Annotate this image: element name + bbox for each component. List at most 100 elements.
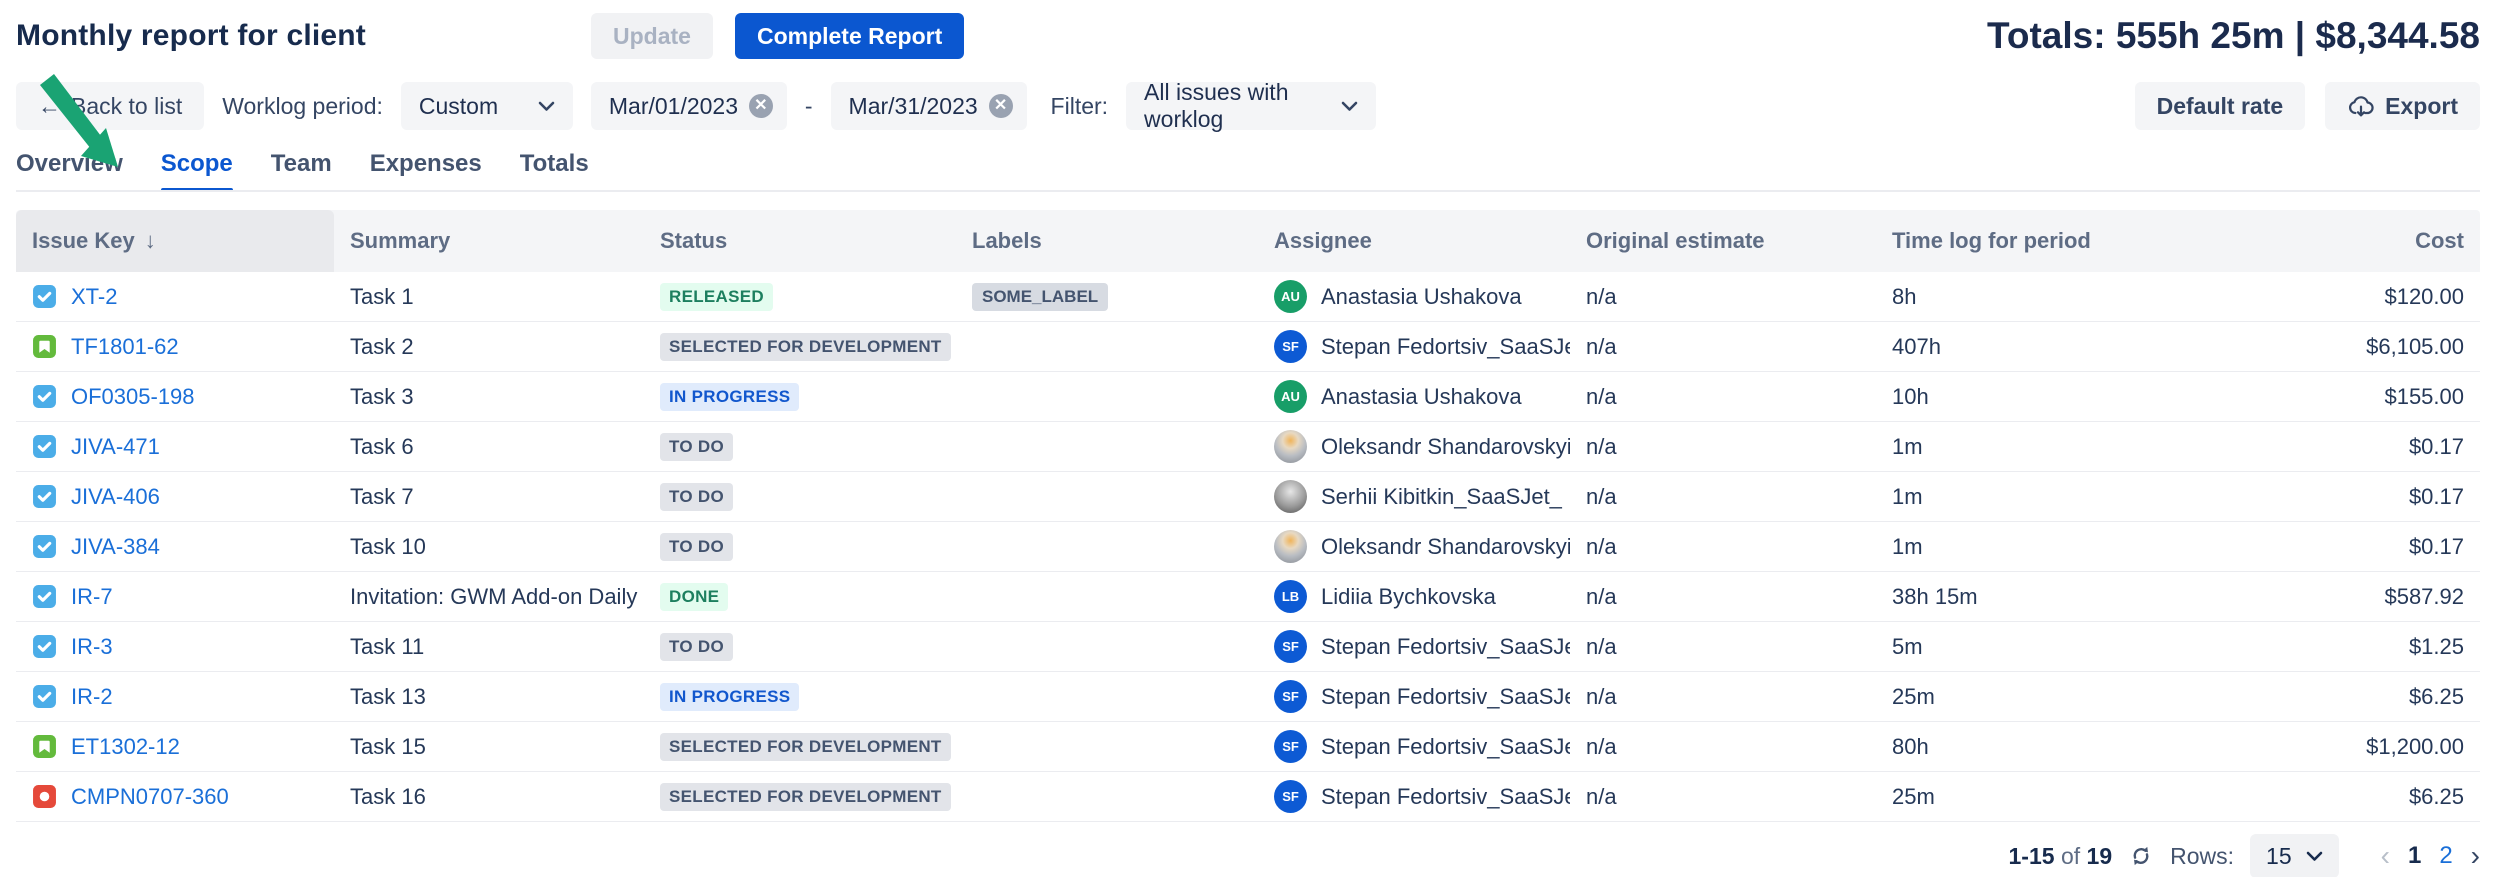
table-row: CMPN0707-360 Task 16 SELECTED FOR DEVELO… [16, 772, 2480, 822]
next-page-icon[interactable]: › [2471, 840, 2480, 872]
assignee-cell: SF Stepan Fedortsiv_SaaSJet [1258, 630, 1570, 663]
status-badge: SELECTED FOR DEVELOPMENT [660, 783, 951, 811]
top-bar: Monthly report for client Update Complet… [0, 0, 2496, 72]
timelog-cell: 80h [1876, 734, 2206, 760]
task-type-icon [32, 684, 57, 709]
cost-cell: $587.92 [2206, 584, 2480, 610]
issue-key-cell: IR-7 [16, 584, 334, 610]
estimate-cell: n/a [1570, 484, 1876, 510]
estimate-cell: n/a [1570, 534, 1876, 560]
column-header-summary[interactable]: Summary [334, 228, 644, 254]
table-row: XT-2 Task 1 RELEASED SOME_LABEL AU Anast… [16, 272, 2480, 322]
issue-key-link[interactable]: IR-7 [71, 584, 113, 610]
period-select[interactable]: Custom [401, 82, 573, 130]
issue-key-link[interactable]: IR-3 [71, 634, 113, 660]
task-type-icon [32, 384, 57, 409]
cost-cell: $6,105.00 [2206, 334, 2480, 360]
pagination-range: 1-15 [2009, 843, 2055, 869]
table-row: TF1801-62 Task 2 SELECTED FOR DEVELOPMEN… [16, 322, 2480, 372]
timelog-cell: 8h [1876, 284, 2206, 310]
timelog-cell: 38h 15m [1876, 584, 2206, 610]
column-header-status[interactable]: Status [644, 228, 956, 254]
previous-page-icon[interactable]: ‹ [2381, 840, 2390, 872]
avatar [1274, 430, 1307, 463]
column-header-labels[interactable]: Labels [956, 228, 1258, 254]
cost-cell: $1.25 [2206, 634, 2480, 660]
table-row: OF0305-198 Task 3 IN PROGRESS AU Anastas… [16, 372, 2480, 422]
issue-key-link[interactable]: TF1801-62 [71, 334, 179, 360]
status-badge: SELECTED FOR DEVELOPMENT [660, 333, 951, 361]
assignee-cell: LB Lidiia Bychkovska [1258, 580, 1570, 613]
task-type-icon [32, 434, 57, 459]
status-cell: RELEASED [644, 282, 956, 311]
issue-key-link[interactable]: ET1302-12 [71, 734, 180, 760]
issue-key-link[interactable]: JIVA-384 [71, 534, 160, 560]
date-from-input[interactable]: Mar/01/2023 ✕ [591, 82, 787, 130]
tab-overview[interactable]: Overview [16, 150, 123, 192]
issue-key-link[interactable]: JIVA-471 [71, 434, 160, 460]
task-type-icon [32, 284, 57, 309]
export-button[interactable]: Export [2325, 82, 2480, 130]
clear-date-to-icon[interactable]: ✕ [989, 94, 1013, 118]
status-badge: IN PROGRESS [660, 683, 799, 711]
issue-key-link[interactable]: OF0305-198 [71, 384, 195, 410]
column-header-original-estimate[interactable]: Original estimate [1570, 228, 1876, 254]
task-type-icon [32, 484, 57, 509]
column-header-cost[interactable]: Cost [2206, 228, 2480, 254]
story-type-icon [32, 334, 57, 359]
status-cell: SELECTED FOR DEVELOPMENT [644, 782, 956, 811]
update-button[interactable]: Update [591, 13, 713, 59]
issue-key-link[interactable]: JIVA-406 [71, 484, 160, 510]
assignee-name: Anastasia Ushakova [1321, 384, 1522, 410]
task-type-icon [32, 534, 57, 559]
cost-cell: $120.00 [2206, 284, 2480, 310]
filter-select[interactable]: All issues with worklog [1126, 82, 1376, 130]
rows-per-page-select[interactable]: 15 [2250, 834, 2339, 877]
page-button-1[interactable]: 1 [2408, 842, 2421, 870]
tab-team[interactable]: Team [271, 150, 332, 192]
date-to-value: Mar/31/2023 [849, 93, 978, 120]
tab-totals[interactable]: Totals [520, 150, 589, 192]
issue-key-link[interactable]: IR-2 [71, 684, 113, 710]
avatar: SF [1274, 730, 1307, 763]
issue-key-cell: JIVA-471 [16, 434, 334, 460]
back-to-list-button[interactable]: ← Back to list [16, 82, 204, 130]
tab-expenses[interactable]: Expenses [370, 150, 482, 192]
table-row: IR-3 Task 11 TO DO SF Stepan Fedortsiv_S… [16, 622, 2480, 672]
issue-key-cell: JIVA-406 [16, 484, 334, 510]
column-header-issue-key[interactable]: Issue Key ↓ [16, 210, 334, 272]
status-cell: TO DO [644, 432, 956, 461]
tab-scope[interactable]: Scope [161, 150, 233, 192]
column-header-assignee[interactable]: Assignee [1258, 228, 1570, 254]
chevron-down-icon [2306, 851, 2323, 862]
clear-date-from-icon[interactable]: ✕ [749, 94, 773, 118]
estimate-cell: n/a [1570, 684, 1876, 710]
cost-cell: $155.00 [2206, 384, 2480, 410]
pager: ‹ 1 2 › [2381, 840, 2480, 872]
labels-cell: SOME_LABEL [956, 282, 1258, 311]
sort-descending-icon[interactable]: ↓ [145, 228, 156, 254]
issue-key-link[interactable]: XT-2 [71, 284, 117, 310]
task-type-icon [32, 584, 57, 609]
timelog-cell: 25m [1876, 684, 2206, 710]
status-cell: DONE [644, 582, 956, 611]
story-type-icon [32, 734, 57, 759]
default-rate-button[interactable]: Default rate [2135, 82, 2306, 130]
estimate-cell: n/a [1570, 784, 1876, 810]
summary-cell: Task 13 [334, 684, 644, 710]
assignee-cell: SF Stepan Fedortsiv_SaaSJet [1258, 330, 1570, 363]
report-page: Monthly report for client Update Complet… [0, 0, 2496, 877]
timelog-cell: 1m [1876, 484, 2206, 510]
complete-report-button[interactable]: Complete Report [735, 13, 964, 59]
column-header-time-log[interactable]: Time log for period [1876, 228, 2206, 254]
assignee-cell: Oleksandr Shandarovskyi [1258, 430, 1570, 463]
issue-key-link[interactable]: CMPN0707-360 [71, 784, 229, 810]
cost-cell: $1,200.00 [2206, 734, 2480, 760]
estimate-cell: n/a [1570, 634, 1876, 660]
assignee-cell: AU Anastasia Ushakova [1258, 380, 1570, 413]
status-badge: DONE [660, 583, 728, 611]
page-button-2[interactable]: 2 [2439, 842, 2452, 870]
date-to-input[interactable]: Mar/31/2023 ✕ [831, 82, 1027, 130]
cost-cell: $0.17 [2206, 434, 2480, 460]
refresh-icon[interactable] [2128, 843, 2154, 869]
